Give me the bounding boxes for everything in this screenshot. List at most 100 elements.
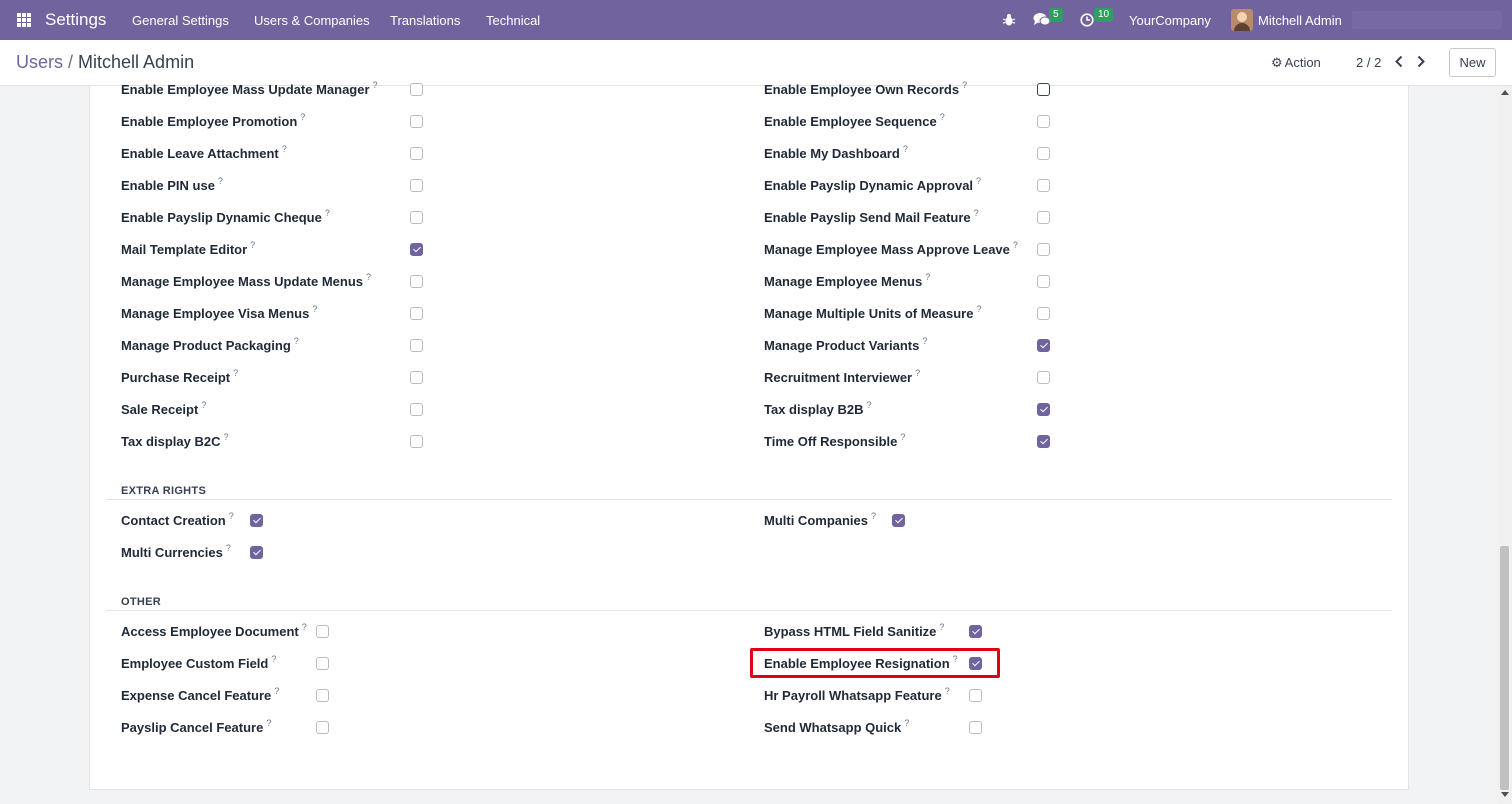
checkbox-enable-employee-promotion[interactable]: [410, 115, 423, 128]
pager-value[interactable]: 2 / 2: [1356, 55, 1381, 70]
menu-translations[interactable]: Translations: [390, 13, 460, 28]
field-label: Manage Employee Visa Menus?: [121, 304, 318, 321]
chevron-right-icon[interactable]: [1416, 55, 1426, 68]
checkbox-sale-receipt[interactable]: [410, 403, 423, 416]
checkbox-enable-payslip-dynamic-approval[interactable]: [1037, 179, 1050, 192]
activities-badge: 10: [1094, 8, 1114, 22]
checkbox-employee-custom-field[interactable]: [316, 657, 329, 670]
breadcrumb: Users / Mitchell Admin: [16, 52, 194, 73]
checkbox-enable-employee-own-records[interactable]: [1037, 83, 1050, 96]
highlight-annotation: [750, 648, 1000, 678]
field-label: Contact Creation?: [121, 511, 234, 528]
user-menu[interactable]: Mitchell Admin: [1258, 13, 1342, 28]
section-divider: [106, 499, 1392, 500]
field-label: Manage Employee Mass Approve Leave?: [764, 240, 1018, 257]
checkbox-tax-display-b2b[interactable]: [1037, 403, 1050, 416]
field-label: Expense Cancel Feature?: [121, 686, 280, 703]
checkbox-manage-multiple-units-of-measure[interactable]: [1037, 307, 1050, 320]
breadcrumb-current: Mitchell Admin: [78, 52, 195, 72]
checkbox-manage-employee-mass-update-menus[interactable]: [410, 275, 423, 288]
field-label: Manage Multiple Units of Measure?: [764, 304, 982, 321]
checkbox-bypass-html-field-sanitize[interactable]: [969, 625, 982, 638]
checkbox-enable-employee-mass-update-manager[interactable]: [410, 83, 423, 96]
field-label: Enable PIN use?: [121, 176, 223, 193]
field-label: Enable Payslip Dynamic Approval?: [764, 176, 982, 193]
action-menu-button[interactable]: ⚙ Action: [1271, 55, 1321, 71]
app-title[interactable]: Settings: [45, 10, 106, 30]
checkbox-multi-currencies[interactable]: [250, 546, 263, 559]
action-label: Action: [1284, 55, 1321, 70]
field-label: Manage Product Variants?: [764, 336, 928, 353]
checkbox-purchase-receipt[interactable]: [410, 371, 423, 384]
checkbox-enable-pin-use[interactable]: [410, 179, 423, 192]
apps-grid-icon[interactable]: [17, 13, 31, 27]
field-label: Time Off Responsible?: [764, 432, 906, 449]
field-label: Multi Currencies?: [121, 543, 231, 560]
field-label: Bypass HTML Field Sanitize?: [764, 622, 945, 639]
scrollbar-thumb[interactable]: [1500, 546, 1509, 790]
checkbox-enable-leave-attachment[interactable]: [410, 147, 423, 160]
field-label: Hr Payroll Whatsapp Feature?: [764, 686, 950, 703]
checkbox-expense-cancel-feature[interactable]: [316, 689, 329, 702]
section-divider: [106, 610, 1392, 611]
section-title-extra-rights: EXTRA RIGHTS: [121, 485, 207, 497]
field-label: Enable Employee Own Records?: [764, 80, 968, 97]
messages-badge: 5: [1049, 8, 1063, 22]
field-label: Manage Employee Menus?: [764, 272, 931, 289]
checkbox-manage-employee-mass-approve-leave[interactable]: [1037, 243, 1050, 256]
redacted-area: [1352, 11, 1502, 29]
field-label: Enable My Dashboard?: [764, 144, 908, 161]
field-label: Tax display B2B?: [764, 400, 872, 417]
clock-icon[interactable]: [1080, 13, 1094, 27]
checkbox-manage-product-variants[interactable]: [1037, 339, 1050, 352]
top-navbar: Settings General Settings Users & Compan…: [0, 0, 1512, 40]
menu-technical[interactable]: Technical: [486, 13, 540, 28]
checkbox-tax-display-b2c[interactable]: [410, 435, 423, 448]
checkbox-time-off-responsible[interactable]: [1037, 435, 1050, 448]
menu-users-companies[interactable]: Users & Companies: [254, 13, 370, 28]
field-label: Payslip Cancel Feature?: [121, 718, 272, 735]
breadcrumb-separator: /: [68, 52, 74, 72]
field-label: Enable Employee Promotion?: [121, 112, 306, 129]
checkbox-enable-my-dashboard[interactable]: [1037, 147, 1050, 160]
field-label: Tax display B2C?: [121, 432, 229, 449]
checkbox-hr-payroll-whatsapp-feature[interactable]: [969, 689, 982, 702]
gear-icon: ⚙: [1271, 55, 1283, 70]
checkbox-mail-template-editor[interactable]: [410, 243, 423, 256]
scroll-up-arrow-icon[interactable]: [1501, 90, 1509, 95]
field-label: Manage Product Packaging?: [121, 336, 299, 353]
checkbox-enable-payslip-send-mail-feature[interactable]: [1037, 211, 1050, 224]
scroll-down-arrow-icon[interactable]: [1501, 792, 1509, 797]
chevron-left-icon[interactable]: [1394, 55, 1404, 68]
form-sheet: [89, 86, 1409, 790]
bug-icon[interactable]: [1002, 13, 1016, 27]
checkbox-manage-product-packaging[interactable]: [410, 339, 423, 352]
checkbox-recruitment-interviewer[interactable]: [1037, 371, 1050, 384]
control-panel: Users / Mitchell Admin ⚙ Action 2 / 2 New: [0, 40, 1512, 86]
checkbox-manage-employee-visa-menus[interactable]: [410, 307, 423, 320]
checkbox-enable-payslip-dynamic-cheque[interactable]: [410, 211, 423, 224]
field-label: Enable Payslip Dynamic Cheque?: [121, 208, 330, 225]
checkbox-payslip-cancel-feature[interactable]: [316, 721, 329, 734]
field-label: Mail Template Editor?: [121, 240, 256, 257]
checkbox-manage-employee-menus[interactable]: [1037, 275, 1050, 288]
field-label: Sale Receipt?: [121, 400, 207, 417]
checkbox-send-whatsapp-quick[interactable]: [969, 721, 982, 734]
checkbox-multi-companies[interactable]: [892, 514, 905, 527]
checkbox-access-employee-document[interactable]: [316, 625, 329, 638]
field-label: Send Whatsapp Quick?: [764, 718, 910, 735]
checkbox-enable-employee-sequence[interactable]: [1037, 115, 1050, 128]
breadcrumb-users-link[interactable]: Users: [16, 52, 63, 72]
company-switcher[interactable]: YourCompany: [1129, 13, 1211, 28]
field-label: Enable Employee Mass Update Manager?: [121, 80, 378, 97]
avatar[interactable]: [1231, 9, 1253, 31]
vertical-scrollbar[interactable]: [1497, 86, 1512, 804]
menu-general-settings[interactable]: General Settings: [132, 13, 229, 28]
field-label: Enable Employee Sequence?: [764, 112, 945, 129]
new-button[interactable]: New: [1449, 48, 1496, 77]
field-label: Enable Leave Attachment?: [121, 144, 287, 161]
field-label: Recruitment Interviewer?: [764, 368, 921, 385]
field-label: Employee Custom Field?: [121, 654, 277, 671]
checkbox-contact-creation[interactable]: [250, 514, 263, 527]
field-label: Multi Companies?: [764, 511, 877, 528]
